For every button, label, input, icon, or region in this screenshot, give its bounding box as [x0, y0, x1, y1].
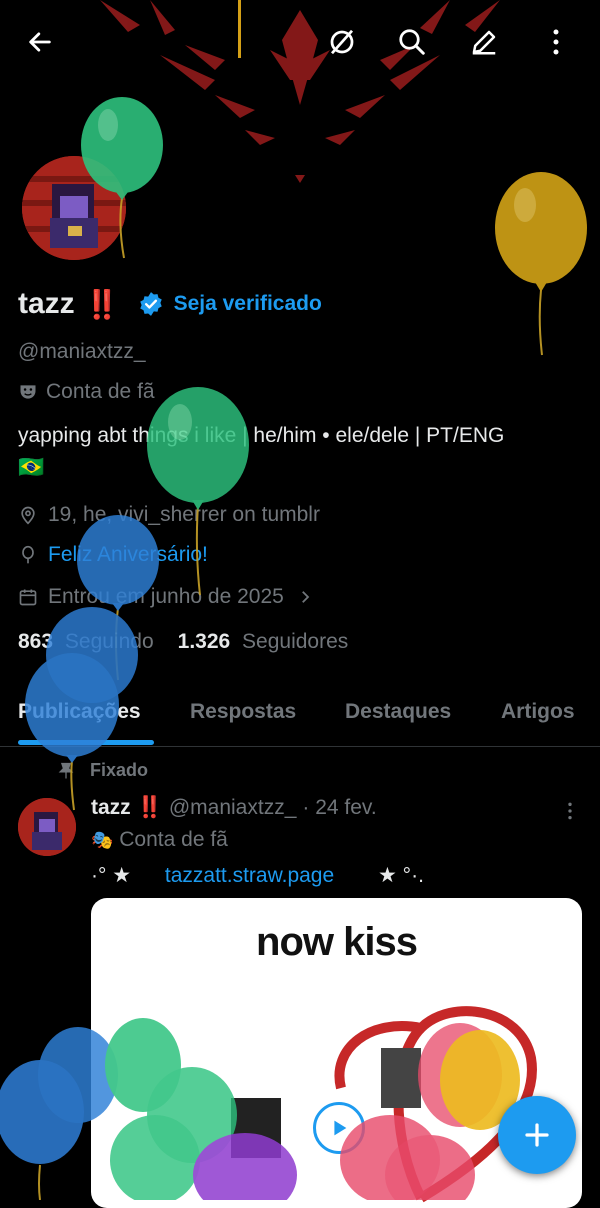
- following-label: Seguindo: [64, 630, 154, 653]
- more-button[interactable]: [534, 20, 578, 64]
- verified-badge-icon: [139, 292, 162, 316]
- tab-destaques[interactable]: Destaques: [345, 700, 451, 724]
- search-button[interactable]: [390, 20, 434, 64]
- fan-label-text: Conta de fã: [46, 380, 155, 403]
- bio-text: yapping abt things i like | he/him • ele…: [18, 424, 505, 447]
- back-button[interactable]: [18, 20, 62, 64]
- balloon-icon: [22, 545, 34, 564]
- post-avatar[interactable]: [18, 798, 76, 856]
- location-text: 19, he, vivi_sherrer on tumblr: [48, 503, 320, 526]
- link-suffix: ★ °·.: [378, 864, 424, 887]
- name-row: tazz ‼️ Seja verificado: [18, 282, 322, 326]
- tab-publicacoes[interactable]: Publicações: [18, 700, 141, 724]
- birthday-text[interactable]: Feliz Aniversário!: [48, 543, 208, 567]
- verify-button[interactable]: Seja verificado: [138, 291, 322, 317]
- profile-tabs: Publicações Respostas Destaques Artigos: [0, 690, 600, 747]
- pinned-label: Fixado: [56, 760, 148, 781]
- location-row: 19, he, vivi_sherrer on tumblr: [18, 503, 320, 527]
- pin-icon: [58, 762, 74, 778]
- post-link[interactable]: tazzatt.straw.page: [165, 864, 334, 887]
- tab-respostas[interactable]: Respostas: [190, 700, 296, 724]
- post-fan-label: 🎭 Conta de fã: [91, 828, 228, 852]
- compose-button[interactable]: [498, 1096, 576, 1174]
- more-vertical-icon: [553, 29, 559, 55]
- avatar-image: [22, 156, 126, 260]
- follow-stats: 863 Seguindo 1.326 Seguidores: [18, 630, 348, 654]
- location-pin-icon: [21, 506, 35, 525]
- play-icon: [334, 1120, 347, 1136]
- post-handle: @maniaxtzz_: [168, 796, 297, 819]
- profile-avatar[interactable]: [18, 152, 130, 264]
- name-emoji: ‼️: [84, 288, 120, 320]
- post-date: · 24 fev.: [302, 796, 377, 819]
- eye-slash-icon: [330, 29, 354, 55]
- theater-masks-icon: 🎭: [91, 830, 114, 850]
- tab-artigos[interactable]: Artigos: [501, 700, 575, 724]
- post-link-line: ·° ★ tazzatt.straw.page ★ °·.: [91, 863, 424, 888]
- chevron-right-icon: [301, 591, 310, 603]
- arrow-left-icon: [29, 32, 51, 52]
- top-bar: [0, 0, 600, 84]
- fan-account-label: Conta de fã: [18, 380, 155, 404]
- link-prefix: ·° ★: [91, 864, 132, 887]
- following-count: 863: [18, 630, 54, 653]
- birthday-row: Feliz Aniversário!: [18, 543, 208, 567]
- verify-label: Seja verificado: [173, 292, 322, 315]
- following-link[interactable]: 863 Seguindo: [18, 630, 154, 654]
- post-fan-text: Conta de fã: [119, 828, 228, 851]
- post-author[interactable]: tazz: [91, 796, 131, 820]
- theater-masks-icon: [20, 385, 36, 399]
- calendar-icon: [19, 589, 37, 606]
- flag-emoji: 🇧🇷: [18, 456, 45, 479]
- search-icon: [399, 29, 425, 55]
- followers-count: 1.326: [177, 630, 231, 653]
- post-author-emoji: ‼️: [136, 796, 163, 819]
- joined-text: Entrou em junho de 2025: [48, 585, 284, 608]
- profile-handle: @maniaxtzz_: [18, 340, 146, 363]
- pinned-text: Fixado: [90, 760, 149, 780]
- edit-button[interactable]: [462, 20, 506, 64]
- followers-link[interactable]: 1.326 Seguidores: [178, 630, 349, 654]
- followers-label: Seguidores: [242, 630, 349, 653]
- plus-icon: [525, 1123, 549, 1147]
- play-button[interactable]: [313, 1102, 365, 1154]
- profile-bio: yapping abt things i like | he/him • ele…: [18, 420, 578, 484]
- joined-row[interactable]: Entrou em junho de 2025: [18, 585, 324, 609]
- post-avatar-image: [18, 798, 76, 856]
- pencil-icon: [472, 30, 496, 55]
- profile-name: tazz: [18, 287, 75, 320]
- post-header: tazz ‼️ @maniaxtzz_ · 24 fev.: [91, 796, 377, 820]
- hide-button[interactable]: [320, 20, 364, 64]
- post-more-button[interactable]: [560, 800, 580, 827]
- more-vertical-icon: [568, 802, 572, 820]
- active-tab-indicator: [18, 740, 154, 745]
